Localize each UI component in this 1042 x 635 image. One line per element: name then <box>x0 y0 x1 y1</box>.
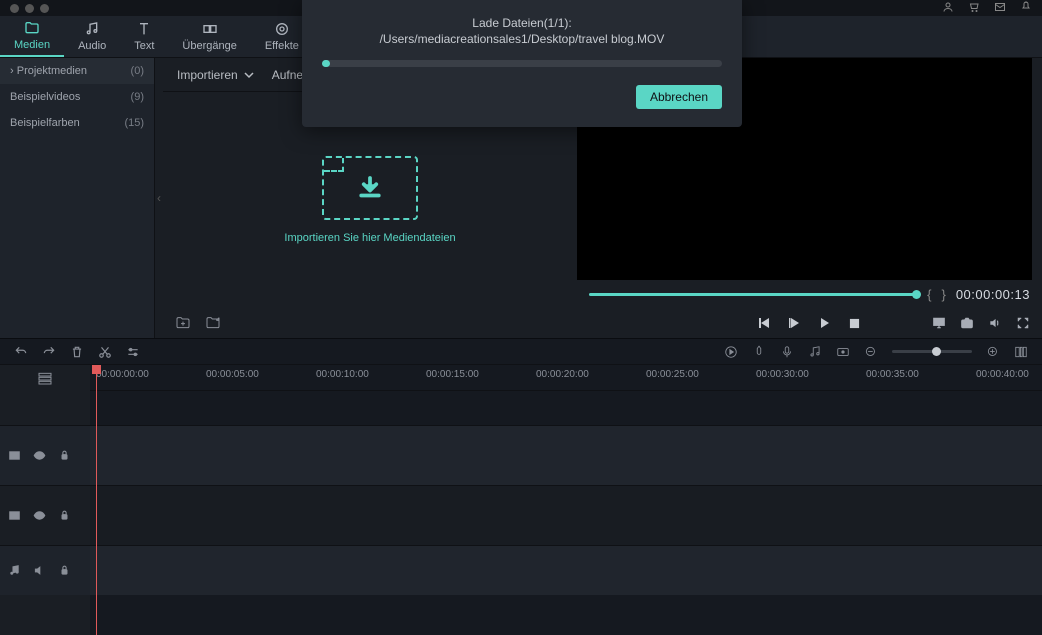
snapshot-icon[interactable] <box>960 316 974 330</box>
sidebar-item-sample-videos[interactable]: Beispielvideos (9) <box>0 84 154 110</box>
play-icon[interactable] <box>789 317 801 329</box>
play-forward-icon[interactable] <box>819 317 831 329</box>
keyframe-icon[interactable] <box>836 345 850 359</box>
mark-in-icon[interactable]: { <box>927 287 931 302</box>
settings-icon[interactable] <box>126 345 140 359</box>
voiceover-icon[interactable] <box>780 345 794 359</box>
mail-icon[interactable] <box>994 1 1006 16</box>
import-dropdown[interactable]: Importieren <box>177 68 254 82</box>
modal-progress <box>322 60 722 67</box>
new-folder-icon[interactable] <box>175 315 191 331</box>
window-controls[interactable] <box>10 4 49 13</box>
zoom-out-icon[interactable] <box>864 345 878 359</box>
cancel-button[interactable]: Abbrechen <box>636 85 722 109</box>
zoom-slider[interactable] <box>892 350 972 353</box>
preview-progress[interactable] <box>589 293 917 296</box>
folder-expand-icon[interactable] <box>205 315 221 331</box>
monitor-icon[interactable] <box>932 316 946 330</box>
sidebar-item-sample-colors[interactable]: Beispielfarben (15) <box>0 110 154 136</box>
tab-media[interactable]: Medien <box>0 16 64 57</box>
panel-splitter[interactable]: ‹ <box>155 58 163 338</box>
mark-out-icon[interactable]: } <box>941 287 945 302</box>
delete-icon[interactable] <box>70 345 84 359</box>
notification-icon[interactable] <box>1020 1 1032 16</box>
user-icon[interactable] <box>942 1 954 16</box>
playhead[interactable] <box>96 365 97 635</box>
modal-title: Lade Dateien(1/1): <box>322 16 722 30</box>
timeline-ruler[interactable]: 00:00:00:00 00:00:05:00 00:00:10:00 00:0… <box>90 365 1042 391</box>
track-manager-icon[interactable] <box>37 370 53 386</box>
sidebar-item-project-media[interactable]: › Projektmedien (0) <box>0 58 154 84</box>
stop-icon[interactable] <box>849 318 860 329</box>
tab-transitions[interactable]: Übergänge <box>168 16 250 57</box>
marker-icon[interactable] <box>752 345 766 359</box>
zoom-in-icon[interactable] <box>986 345 1000 359</box>
timeline-track-video-2[interactable] <box>90 485 1042 545</box>
volume-icon[interactable] <box>988 316 1002 330</box>
drop-hint: Importieren Sie hier Mediendateien <box>284 232 455 244</box>
redo-icon[interactable] <box>42 345 56 359</box>
timeline-view-icon[interactable] <box>1014 345 1028 359</box>
cut-icon[interactable] <box>98 345 112 359</box>
track-head-audio[interactable] <box>0 545 90 595</box>
track-head-video-1[interactable] <box>0 425 90 485</box>
timecode: 00:00:00:13 <box>956 287 1030 302</box>
loading-modal: Lade Dateien(1/1): /Users/mediacreations… <box>302 0 742 127</box>
timeline-track-video-1[interactable] <box>90 425 1042 485</box>
fullscreen-icon[interactable] <box>1016 316 1030 330</box>
audio-mixer-icon[interactable] <box>808 345 822 359</box>
prev-frame-icon[interactable] <box>759 317 771 329</box>
undo-icon[interactable] <box>14 345 28 359</box>
render-icon[interactable] <box>724 345 738 359</box>
modal-path: /Users/mediacreationsales1/Desktop/trave… <box>322 32 722 46</box>
media-sidebar: › Projektmedien (0) Beispielvideos (9) B… <box>0 58 155 338</box>
cart-icon[interactable] <box>968 1 980 16</box>
tab-audio[interactable]: Audio <box>64 16 120 57</box>
track-head-video-2[interactable] <box>0 485 90 545</box>
tab-text[interactable]: Text <box>120 16 168 57</box>
timeline-track-audio[interactable] <box>90 545 1042 595</box>
